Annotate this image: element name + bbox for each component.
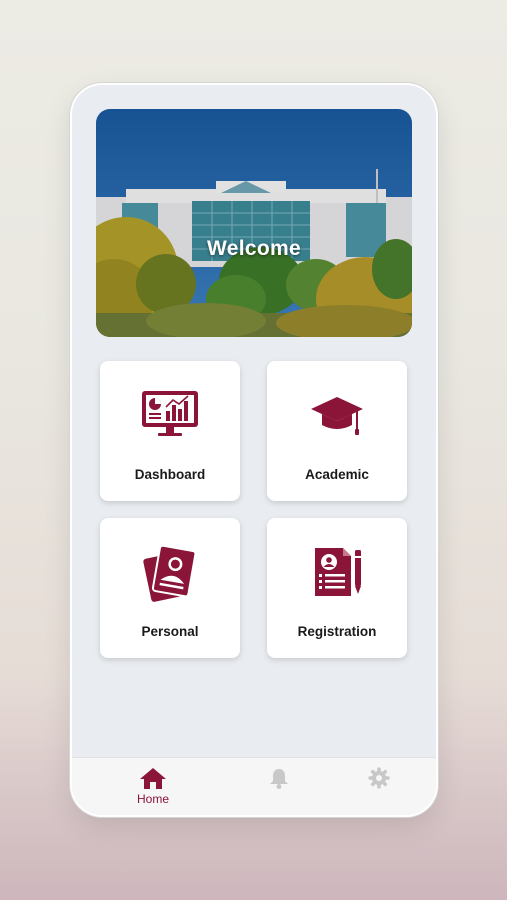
academic-tile[interactable]: Academic [267,361,407,501]
graduation-cap-icon [311,397,363,435]
registration-label: Registration [297,624,377,639]
home-icon [140,768,166,789]
campus-image [96,109,412,337]
academic-label: Academic [305,467,369,482]
registration-tile[interactable]: Registration [267,518,407,658]
nav-notifications[interactable] [239,766,319,790]
welcome-banner: Welcome [96,109,412,337]
personal-tile[interactable]: Personal [100,518,240,658]
gear-icon [368,767,390,789]
registration-form-icon [315,548,362,596]
bottom-nav-bar: Home [72,757,436,815]
phone-frame: Welcome Dashboard Academic Personal Regi… [72,85,436,815]
welcome-title: Welcome [207,237,301,260]
nav-home[interactable]: Home [113,766,193,806]
nav-settings[interactable] [339,766,419,790]
id-card-icon [143,544,197,602]
bell-icon [270,769,288,789]
home-content: Welcome Dashboard Academic Personal Regi… [72,85,436,757]
dashboard-label: Dashboard [134,467,206,482]
dashboard-tile[interactable]: Dashboard [100,361,240,501]
personal-label: Personal [141,624,199,639]
nav-home-label: Home [136,792,169,806]
monitor-chart-icon [142,391,198,436]
